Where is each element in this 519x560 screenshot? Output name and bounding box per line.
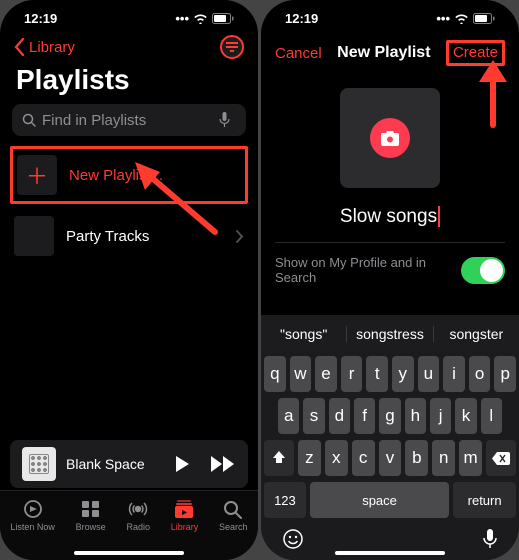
keyboard-container: "songs" songstress songster q w e r t y … [261, 314, 519, 560]
key-e[interactable]: e [315, 356, 337, 392]
battery-icon [212, 13, 234, 24]
numbers-key[interactable]: 123 [264, 482, 306, 518]
tab-listen-now[interactable]: Listen Now [10, 499, 55, 532]
home-indicator[interactable] [335, 551, 445, 555]
key-k[interactable]: k [455, 398, 476, 434]
suggestion-bar: "songs" songstress songster [261, 314, 519, 352]
signal-dots-icon: ••• [175, 11, 189, 26]
key-r[interactable]: r [341, 356, 363, 392]
key-b[interactable]: b [405, 440, 428, 476]
search-icon [22, 113, 36, 127]
key-y[interactable]: y [392, 356, 414, 392]
new-playlist-highlight: ＋ New Playlist... [10, 146, 248, 204]
key-d[interactable]: d [329, 398, 350, 434]
tab-library[interactable]: Library [171, 499, 199, 532]
new-playlist-row[interactable]: ＋ New Playlist... [17, 153, 241, 197]
playlist-artwork [14, 216, 54, 256]
camera-button[interactable] [370, 118, 410, 158]
key-t[interactable]: t [366, 356, 388, 392]
playlist-row[interactable]: Party Tracks [0, 210, 258, 262]
key-f[interactable]: f [354, 398, 375, 434]
battery-icon [473, 13, 495, 24]
clock: 12:19 [24, 11, 57, 26]
dictation-key[interactable] [482, 528, 498, 550]
modal-title: New Playlist [337, 44, 430, 62]
suggestion[interactable]: songstress [347, 326, 433, 342]
key-w[interactable]: w [290, 356, 312, 392]
home-indicator[interactable] [74, 551, 184, 555]
now-playing-bar[interactable]: Blank Space [10, 440, 248, 488]
suggestion[interactable]: songster [434, 326, 519, 342]
sort-button[interactable] [220, 35, 244, 59]
clock: 12:19 [285, 11, 318, 26]
key-m[interactable]: m [459, 440, 482, 476]
sort-icon [226, 46, 238, 48]
now-playing-title: Blank Space [66, 456, 164, 472]
key-u[interactable]: u [418, 356, 440, 392]
new-playlist-art: ＋ [17, 155, 57, 195]
search-placeholder: Find in Playlists [42, 112, 146, 129]
playlist-label: Party Tracks [66, 228, 224, 245]
space-key[interactable]: space [310, 482, 449, 518]
profile-toggle[interactable] [461, 257, 505, 284]
create-button[interactable]: Create [453, 44, 498, 61]
backspace-icon [492, 452, 510, 465]
status-bar: 12:19 ••• [261, 0, 519, 32]
search-input[interactable]: Find in Playlists [12, 104, 246, 136]
key-o[interactable]: o [469, 356, 491, 392]
create-button-highlight: Create [446, 40, 505, 66]
cancel-button[interactable]: Cancel [275, 45, 322, 62]
key-n[interactable]: n [432, 440, 455, 476]
backspace-key[interactable] [486, 440, 516, 476]
key-z[interactable]: z [298, 440, 321, 476]
key-h[interactable]: h [405, 398, 426, 434]
tab-radio[interactable]: Radio [126, 499, 150, 532]
shift-icon [271, 450, 287, 466]
wifi-icon [193, 13, 208, 24]
tab-search[interactable]: Search [219, 499, 248, 532]
keyboard: q w e r t y u i o p a s d f g h j k l [261, 352, 519, 560]
tab-browse[interactable]: Browse [76, 499, 106, 532]
new-playlist-label: New Playlist... [69, 167, 163, 184]
key-l[interactable]: l [481, 398, 502, 434]
signal-dots-icon: ••• [436, 11, 450, 26]
artwork-picker[interactable] [340, 88, 440, 188]
play-icon[interactable] [174, 455, 190, 473]
status-bar: 12:19 ••• [0, 0, 258, 32]
tab-bar: Listen Now Browse Radio Library Search [0, 490, 258, 560]
wifi-icon [454, 13, 469, 24]
page-title: Playlists [0, 62, 258, 104]
key-x[interactable]: x [325, 440, 348, 476]
key-v[interactable]: v [379, 440, 402, 476]
key-q[interactable]: q [264, 356, 286, 392]
emoji-key[interactable] [282, 528, 304, 550]
skip-forward-icon[interactable] [210, 455, 236, 473]
return-key[interactable]: return [453, 482, 516, 518]
key-p[interactable]: p [494, 356, 516, 392]
profile-toggle-label: Show on My Profile and in Search [275, 255, 461, 285]
key-i[interactable]: i [443, 356, 465, 392]
key-g[interactable]: g [379, 398, 400, 434]
new-playlist-screen: 12:19 ••• Cancel New Playlist Create Slo… [261, 0, 519, 560]
now-playing-artwork [22, 447, 56, 481]
chevron-right-icon [236, 230, 244, 243]
key-s[interactable]: s [303, 398, 324, 434]
shift-key[interactable] [264, 440, 294, 476]
playlist-name-input[interactable]: Slow songs [261, 206, 519, 234]
playlists-screen: 12:19 ••• Library Playlists Find in Play… [0, 0, 258, 560]
key-j[interactable]: j [430, 398, 451, 434]
back-button[interactable]: Library [14, 38, 75, 56]
back-label: Library [29, 39, 75, 56]
camera-icon [381, 131, 399, 146]
key-c[interactable]: c [352, 440, 375, 476]
plus-icon: ＋ [26, 159, 48, 191]
key-a[interactable]: a [278, 398, 299, 434]
mic-icon[interactable] [219, 112, 230, 128]
suggestion[interactable]: "songs" [261, 326, 347, 342]
